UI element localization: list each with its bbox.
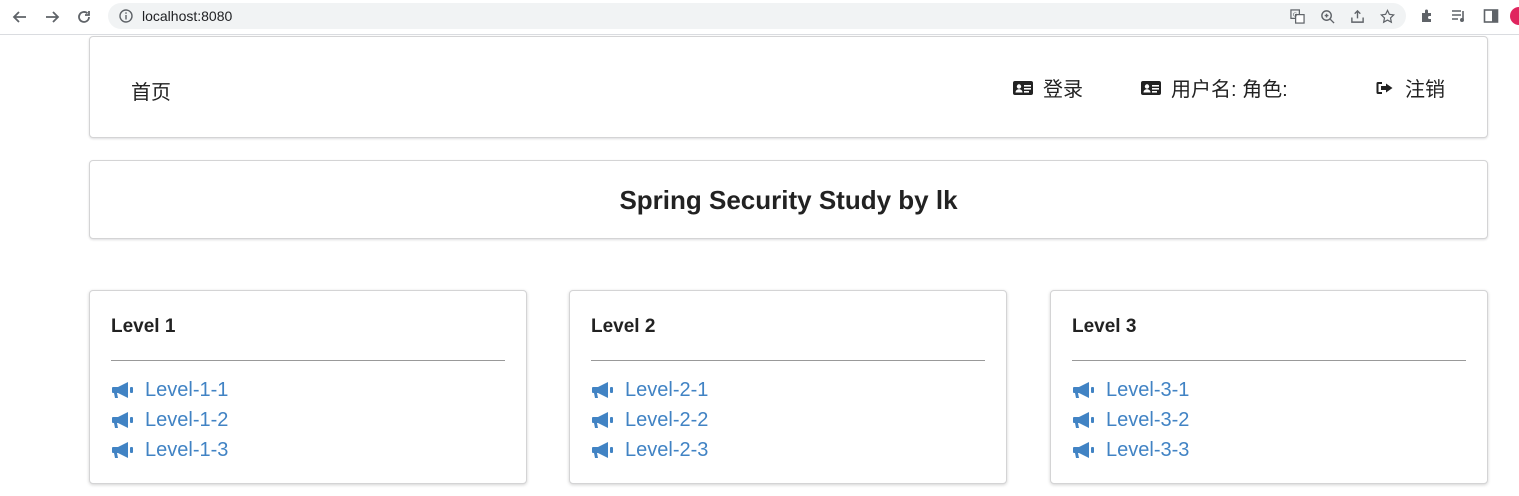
- extensions-icon[interactable]: [1418, 7, 1436, 25]
- bullhorn-icon: [592, 442, 613, 458]
- bullhorn-icon: [1073, 382, 1094, 398]
- url-text: localhost:8080: [142, 8, 233, 24]
- page-title: Spring Security Study by lk: [619, 185, 958, 215]
- level-link-label: Level-1-2: [145, 408, 229, 431]
- logout-link[interactable]: 注销: [1375, 73, 1445, 102]
- media-control-icon[interactable]: [1450, 7, 1468, 25]
- level-link-label: Level-2-1: [625, 378, 709, 401]
- level-card-3: Level 3 Level-3-1 Level-3-2 Level-3-3: [1050, 290, 1488, 484]
- card-title: Level 3: [1072, 316, 1137, 337]
- translate-icon[interactable]: G: [1288, 7, 1306, 25]
- arrow-left-icon: [12, 11, 26, 23]
- id-card-icon: [1013, 80, 1033, 95]
- level-link[interactable]: Level-2-2: [591, 405, 708, 435]
- bullhorn-icon: [1073, 412, 1094, 428]
- id-card-icon: [1141, 80, 1161, 95]
- bullhorn-icon: [112, 442, 133, 458]
- address-bar[interactable]: localhost:8080 G: [108, 3, 1406, 29]
- divider: [1072, 360, 1466, 361]
- top-menu: 首页 登录 用户名: 角色: 注销: [89, 36, 1488, 138]
- level-card-2: Level 2 Level-2-1 Level-2-2 Level-2-3: [569, 290, 1007, 484]
- sign-out-icon: [1376, 81, 1393, 94]
- level-link-label: Level-3-1: [1106, 378, 1190, 401]
- level-card-1: Level 1 Level-1-1 Level-1-2 Level-1-3: [89, 290, 527, 484]
- svg-text:G: G: [1292, 12, 1296, 18]
- bullhorn-icon: [1073, 442, 1094, 458]
- level-link[interactable]: Level-1-1: [111, 375, 228, 405]
- arrow-right-icon: [46, 11, 60, 23]
- level-link[interactable]: Level-2-1: [591, 375, 708, 405]
- share-icon[interactable]: [1348, 7, 1366, 25]
- level-link[interactable]: Level-3-1: [1072, 375, 1189, 405]
- level-link-label: Level-3-3: [1106, 438, 1190, 461]
- level-link-label: Level-1-1: [145, 378, 229, 401]
- card-title: Level 1: [111, 316, 176, 337]
- forward-button[interactable]: [41, 6, 63, 28]
- bullhorn-icon: [112, 382, 133, 398]
- login-label: 登录: [1043, 79, 1083, 101]
- bullhorn-icon: [592, 412, 613, 428]
- user-info: 用户名: 角色:: [1141, 73, 1288, 102]
- level-link[interactable]: Level-3-3: [1072, 435, 1189, 465]
- info-icon[interactable]: [118, 8, 134, 24]
- bullhorn-icon: [112, 412, 133, 428]
- zoom-icon[interactable]: [1318, 7, 1336, 25]
- profile-avatar[interactable]: [1510, 7, 1519, 25]
- title-segment: Spring Security Study by lk: [89, 160, 1488, 239]
- browser-toolbar: localhost:8080 G: [0, 0, 1519, 35]
- level-link[interactable]: Level-3-2: [1072, 405, 1189, 435]
- level-link[interactable]: Level-1-3: [111, 435, 228, 465]
- divider: [111, 360, 505, 361]
- reload-button[interactable]: [73, 6, 95, 28]
- side-panel-icon[interactable]: [1482, 7, 1500, 25]
- divider: [591, 360, 985, 361]
- level-link-label: Level-2-2: [625, 408, 709, 431]
- login-link[interactable]: 登录: [1013, 73, 1083, 102]
- home-link[interactable]: 首页: [131, 76, 171, 105]
- bullhorn-icon: [592, 382, 613, 398]
- level-link[interactable]: Level-2-3: [591, 435, 708, 465]
- card-title: Level 2: [591, 316, 656, 337]
- logout-label: 注销: [1405, 79, 1445, 101]
- level-link-label: Level-3-2: [1106, 408, 1190, 431]
- back-button[interactable]: [9, 6, 31, 28]
- level-link-label: Level-2-3: [625, 438, 709, 461]
- level-link[interactable]: Level-1-2: [111, 405, 228, 435]
- user-label: 用户名: 角色:: [1171, 79, 1288, 101]
- bookmark-star-icon[interactable]: [1378, 7, 1396, 25]
- level-link-label: Level-1-3: [145, 438, 229, 461]
- reload-icon: [78, 11, 90, 23]
